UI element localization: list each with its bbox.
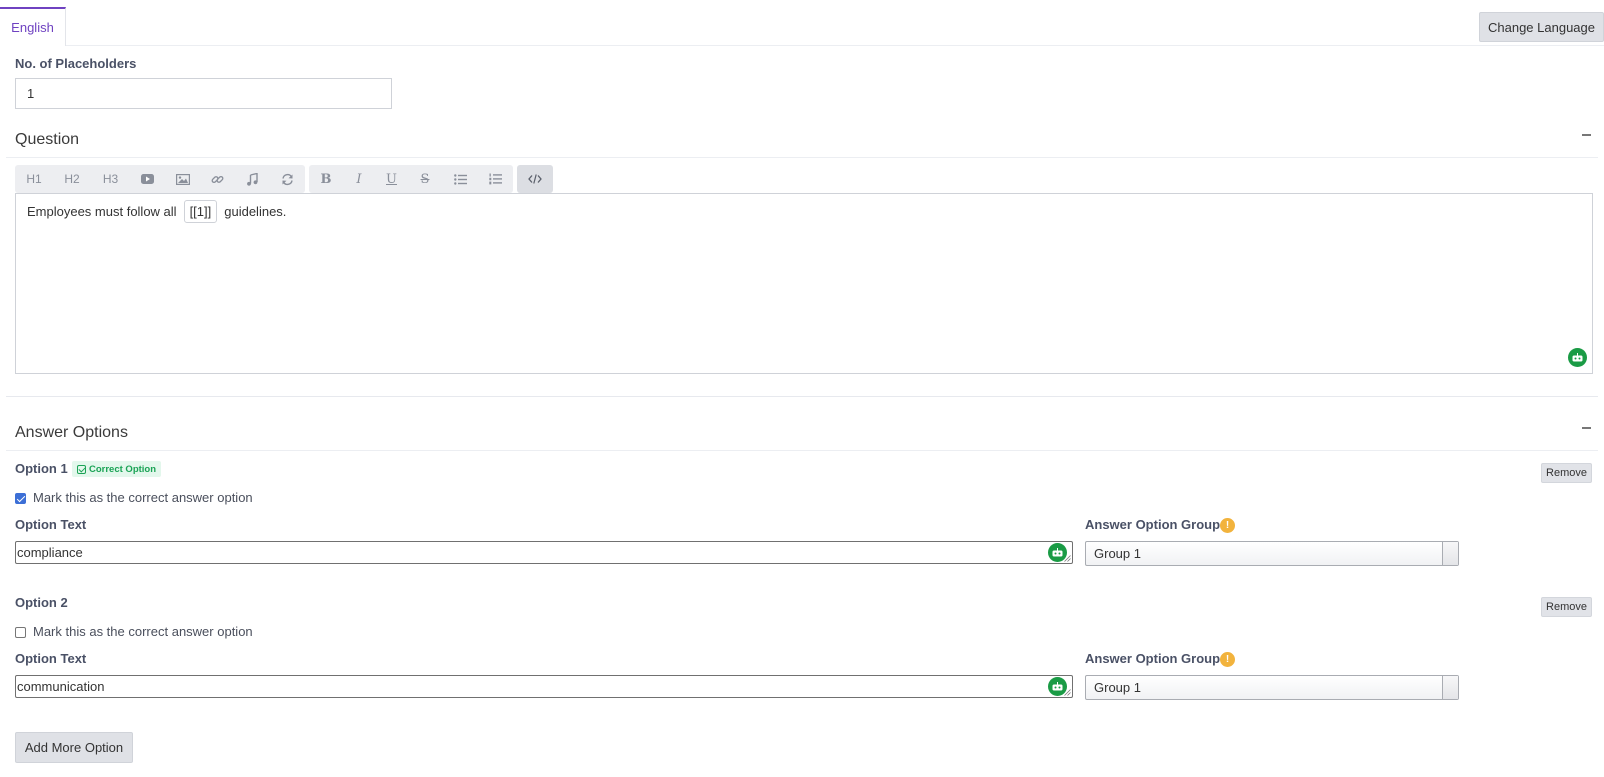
option-2-remove-button[interactable]: Remove xyxy=(1541,597,1592,617)
question-text-after: guidelines. xyxy=(224,204,287,219)
option-2-title: Option 2 xyxy=(15,595,68,610)
underline-icon[interactable]: U xyxy=(375,165,408,193)
option-2-group-label: Answer Option Group xyxy=(1085,651,1221,666)
tab-english[interactable]: English xyxy=(0,7,66,46)
option-2-group-value: Group 1 xyxy=(1094,680,1141,695)
chevron-down-icon xyxy=(1442,676,1458,699)
italic-icon[interactable]: I xyxy=(343,165,375,193)
answer-options-collapse-button[interactable] xyxy=(1579,421,1593,435)
language-tab-bar: English Change Language xyxy=(0,0,1604,46)
option-1-group-value: Group 1 xyxy=(1094,546,1141,561)
info-icon[interactable]: ! xyxy=(1220,652,1235,667)
check-square-icon xyxy=(77,464,86,474)
chevron-down-icon xyxy=(1442,542,1458,565)
resize-grip-icon[interactable] xyxy=(1064,555,1071,562)
option-1-text-label: Option Text xyxy=(15,517,87,532)
option-1-group-label: Answer Option Group xyxy=(1085,517,1221,532)
h2-button[interactable]: H2 xyxy=(53,165,91,193)
question-text-before: Employees must follow all xyxy=(27,204,177,219)
divider xyxy=(6,157,1598,158)
option-1-title: Option 1 xyxy=(15,461,68,476)
correct-option-badge-label: Correct Option xyxy=(89,463,157,475)
editor-toolbar-format: H1 H2 H3 xyxy=(15,165,305,193)
editor-toolbar-code xyxy=(517,165,553,193)
music-icon[interactable] xyxy=(235,165,270,193)
option-1-correct-checkbox-row: Mark this as the correct answer option xyxy=(15,490,253,505)
question-editor[interactable]: Employees must follow all [[1]] guidelin… xyxy=(15,193,1593,374)
section-divider xyxy=(6,396,1598,397)
numbered-list-icon[interactable] xyxy=(478,165,513,193)
placeholders-input[interactable]: 1 xyxy=(15,78,392,109)
option-1-group-select[interactable]: Group 1 xyxy=(1085,541,1459,566)
option-2-correct-checkbox-label[interactable]: Mark this as the correct answer option xyxy=(33,624,253,639)
h1-button[interactable]: H1 xyxy=(15,165,53,193)
placeholders-label: No. of Placeholders xyxy=(15,56,137,71)
bullet-list-icon[interactable] xyxy=(442,165,478,193)
option-1-remove-button[interactable]: Remove xyxy=(1541,463,1592,483)
option-2-text-label: Option Text xyxy=(15,651,87,666)
question-text: Employees must follow all [[1]] guidelin… xyxy=(27,200,286,223)
youtube-icon[interactable] xyxy=(130,165,165,193)
info-icon[interactable]: ! xyxy=(1220,518,1235,533)
option-2-text-field[interactable]: communication xyxy=(15,675,1073,698)
option-2-group-select[interactable]: Group 1 xyxy=(1085,675,1459,700)
option-2-correct-checkbox[interactable] xyxy=(15,627,26,638)
add-more-option-button[interactable]: Add More Option xyxy=(15,732,133,763)
option-1-correct-checkbox[interactable] xyxy=(15,493,26,504)
strikethrough-icon[interactable]: S xyxy=(408,165,442,193)
change-language-button[interactable]: Change Language xyxy=(1479,12,1604,42)
resize-grip-icon[interactable] xyxy=(1064,689,1071,696)
correct-option-badge: Correct Option xyxy=(72,461,162,477)
option-2-text-value: communication xyxy=(17,679,105,694)
answer-options-title: Answer Options xyxy=(15,424,128,441)
option-2-correct-checkbox-row: Mark this as the correct answer option xyxy=(15,624,253,639)
bot-icon[interactable] xyxy=(1568,348,1587,367)
link-icon[interactable] xyxy=(200,165,235,193)
refresh-icon[interactable] xyxy=(270,165,305,193)
bold-icon[interactable]: B xyxy=(309,165,343,193)
h3-button[interactable]: H3 xyxy=(91,165,130,193)
option-1-text-value: compliance xyxy=(17,545,83,560)
editor-toolbar-style: B I U S xyxy=(309,165,513,193)
divider xyxy=(6,450,1598,451)
placeholder-chip[interactable]: [[1]] xyxy=(183,200,218,223)
option-1-text-field[interactable]: compliance xyxy=(15,541,1073,564)
option-1-correct-checkbox-label[interactable]: Mark this as the correct answer option xyxy=(33,490,253,505)
question-collapse-button[interactable] xyxy=(1579,128,1593,142)
image-icon[interactable] xyxy=(165,165,200,193)
code-view-icon[interactable] xyxy=(517,165,553,193)
question-section-title: Question xyxy=(15,131,80,148)
